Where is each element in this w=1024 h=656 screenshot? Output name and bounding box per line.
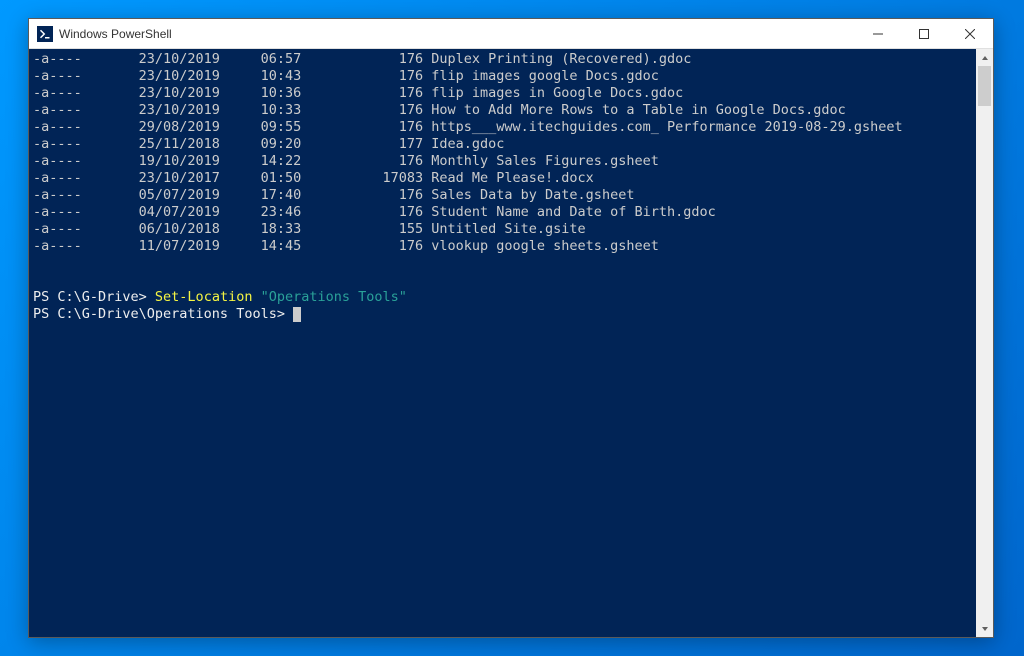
scroll-up-arrow[interactable] [976,49,993,66]
file-row: -a---- 04/07/2019 23:46 176 Student Name… [33,204,972,221]
prompt-prefix: PS C:\G-Drive\Operations Tools> [33,306,293,322]
cursor [293,307,301,322]
prompt-line-2[interactable]: PS C:\G-Drive\Operations Tools> [33,306,972,323]
terminal-output[interactable]: -a---- 23/10/2019 06:57 176 Duplex Print… [29,49,976,637]
file-row: -a---- 29/08/2019 09:55 176 https___www.… [33,119,972,136]
cmd-arg: "Operations Tools" [252,289,406,305]
window-controls [855,19,993,48]
powershell-window: Windows PowerShell -a---- 23/10/2019 06:… [28,18,994,638]
file-row: -a---- 25/11/2018 09:20 177 Idea.gdoc [33,136,972,153]
file-row: -a---- 23/10/2019 10:36 176 flip images … [33,85,972,102]
blank-line [33,255,972,272]
file-row: -a---- 11/07/2019 14:45 176 vlookup goog… [33,238,972,255]
file-row: -a---- 05/07/2019 17:40 176 Sales Data b… [33,187,972,204]
file-row: -a---- 23/10/2017 01:50 17083 Read Me Pl… [33,170,972,187]
scroll-down-arrow[interactable] [976,620,993,637]
close-button[interactable] [947,19,993,48]
terminal-area: -a---- 23/10/2019 06:57 176 Duplex Print… [29,49,993,637]
titlebar[interactable]: Windows PowerShell [29,19,993,49]
prompt-prefix: PS C:\G-Drive> [33,289,155,305]
vertical-scrollbar[interactable] [976,49,993,637]
file-row: -a---- 06/10/2018 18:33 155 Untitled Sit… [33,221,972,238]
scroll-thumb[interactable] [978,66,991,106]
file-row: -a---- 23/10/2019 06:57 176 Duplex Print… [33,51,972,68]
minimize-button[interactable] [855,19,901,48]
file-row: -a---- 23/10/2019 10:43 176 flip images … [33,68,972,85]
file-row: -a---- 23/10/2019 10:33 176 How to Add M… [33,102,972,119]
scroll-track[interactable] [976,66,993,620]
window-title: Windows PowerShell [59,27,855,41]
blank-line [33,272,972,289]
prompt-line-1: PS C:\G-Drive> Set-Location "Operations … [33,289,972,306]
file-row: -a---- 19/10/2019 14:22 176 Monthly Sale… [33,153,972,170]
powershell-icon [37,26,53,42]
cmdlet: Set-Location [155,289,253,305]
maximize-button[interactable] [901,19,947,48]
